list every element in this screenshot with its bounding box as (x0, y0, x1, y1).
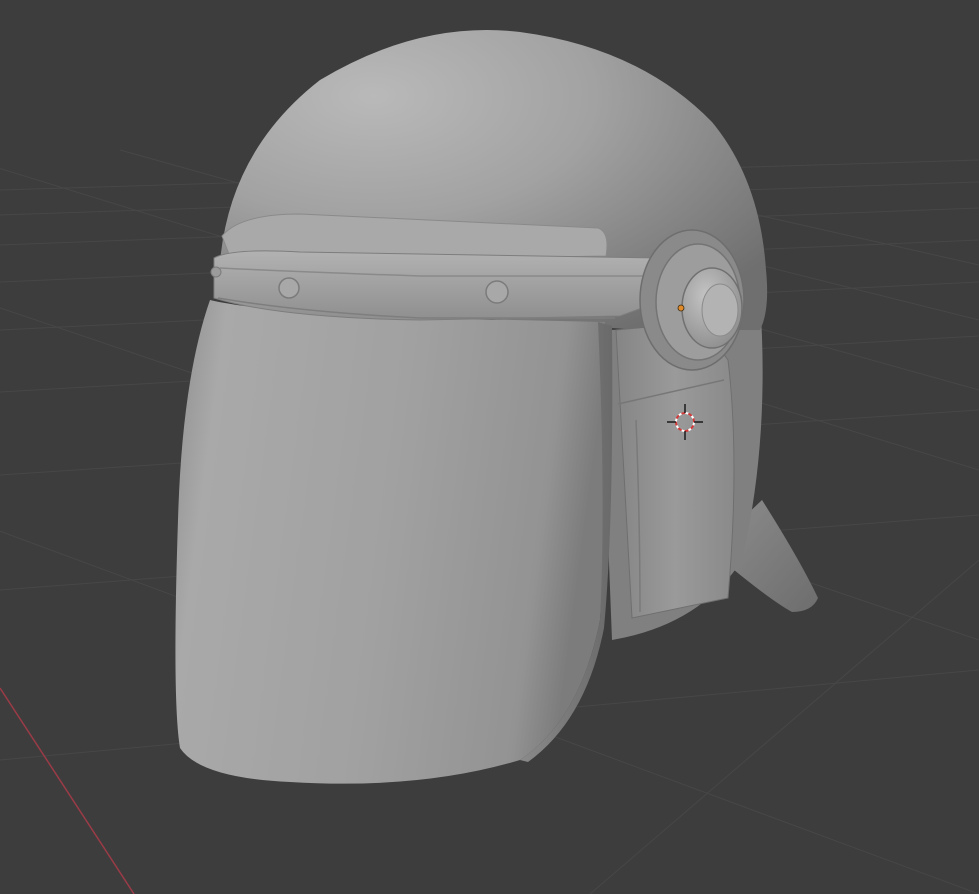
visor-hinge-center (701, 283, 739, 337)
headband-rivet-small (210, 266, 222, 278)
viewport-canvas[interactable] (0, 0, 979, 894)
x-axis-line (0, 687, 135, 894)
headband-rivet-left (278, 277, 300, 299)
3d-viewport[interactable] (0, 0, 979, 894)
helmet-mesh[interactable] (175, 30, 818, 784)
headband-rivet-right (485, 280, 509, 304)
object-origin-icon[interactable] (677, 304, 685, 312)
helmet-visor[interactable] (175, 300, 606, 784)
